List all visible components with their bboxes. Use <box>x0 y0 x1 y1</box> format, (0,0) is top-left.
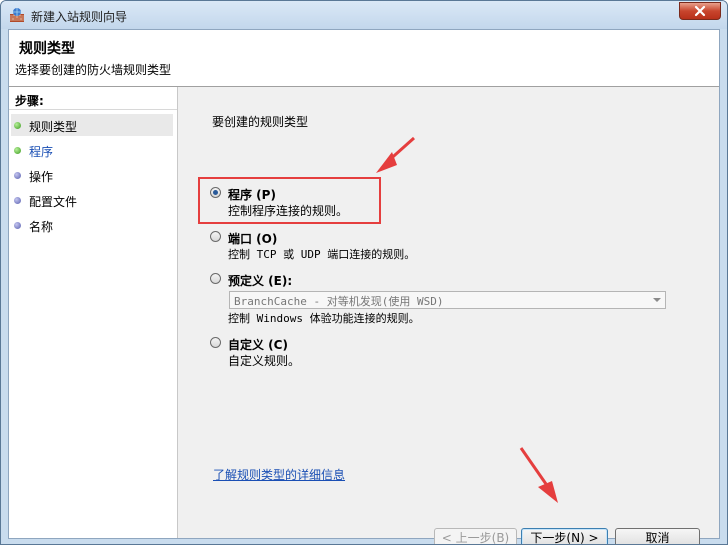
next-button[interactable]: 下一步(N) > <box>521 528 608 544</box>
option-description: 自定义规则。 <box>228 354 301 368</box>
page-subtitle: 选择要创建的防火墙规则类型 <box>15 63 172 77</box>
title-bar[interactable]: 新建入站规则向导 <box>1 1 727 29</box>
step-label: 操作 <box>29 170 54 184</box>
step-bullet-icon <box>14 122 21 129</box>
step-bullet-icon <box>14 172 21 179</box>
step-name[interactable]: 名称 <box>11 214 173 236</box>
main-panel: 要创建的规则类型 程序 (P) 控制程序连接的规则。 端口 (O) 控制 TCP… <box>178 87 719 544</box>
learn-more-link[interactable]: 了解规则类型的详细信息 <box>213 466 345 483</box>
option-description: 控制 TCP 或 UDP 端口连接的规则。 <box>228 248 416 261</box>
radio-custom[interactable] <box>210 337 221 348</box>
option-label: 预定义 (E): <box>228 274 293 288</box>
option-label: 自定义 (C) <box>228 338 288 352</box>
wizard-window: 新建入站规则向导 规则类型 选择要创建的防火墙规则类型 步骤: 规则类型 程序 <box>0 0 728 545</box>
step-label: 规则类型 <box>29 120 78 134</box>
step-program[interactable]: 程序 <box>11 139 173 161</box>
rule-type-question: 要创建的规则类型 <box>212 115 309 129</box>
close-button[interactable] <box>679 2 721 20</box>
steps-divider <box>9 109 177 110</box>
wizard-header: 规则类型 选择要创建的防火墙规则类型 <box>9 30 719 87</box>
option-label: 端口 (O) <box>228 232 278 246</box>
step-label: 配置文件 <box>29 195 78 209</box>
close-icon <box>694 5 706 17</box>
step-bullet-icon <box>14 197 21 204</box>
predefined-select-value: BranchCache - 对等机发现(使用 WSD) <box>234 295 444 308</box>
step-bullet-icon <box>14 147 21 154</box>
firewall-icon <box>10 8 24 22</box>
predefined-select[interactable]: BranchCache - 对等机发现(使用 WSD) <box>229 291 666 309</box>
step-rule-type[interactable]: 规则类型 <box>11 114 173 136</box>
page-title: 规则类型 <box>19 41 75 57</box>
step-bullet-icon <box>14 222 21 229</box>
cancel-button[interactable]: 取消 <box>615 528 700 544</box>
radio-program[interactable] <box>210 187 221 198</box>
radio-predefined[interactable] <box>210 273 221 284</box>
step-action[interactable]: 操作 <box>11 164 173 186</box>
window-title: 新建入站规则向导 <box>31 10 128 24</box>
step-profile[interactable]: 配置文件 <box>11 189 173 211</box>
chevron-down-icon <box>653 298 661 302</box>
option-label: 程序 (P) <box>228 188 276 202</box>
option-description: 控制 Windows 体验功能连接的规则。 <box>228 312 420 325</box>
radio-port[interactable] <box>210 231 221 242</box>
back-button[interactable]: < 上一步(B) <box>434 528 517 544</box>
option-description: 控制程序连接的规则。 <box>228 204 349 218</box>
steps-panel: 步骤: 规则类型 程序 操作 配置文件 名称 <box>9 87 178 538</box>
step-label: 程序 <box>29 145 54 159</box>
step-label: 名称 <box>29 220 54 234</box>
wizard-client: 规则类型 选择要创建的防火墙规则类型 步骤: 规则类型 程序 操作 配置文件 名… <box>8 29 720 544</box>
steps-heading: 步骤: <box>15 94 44 108</box>
